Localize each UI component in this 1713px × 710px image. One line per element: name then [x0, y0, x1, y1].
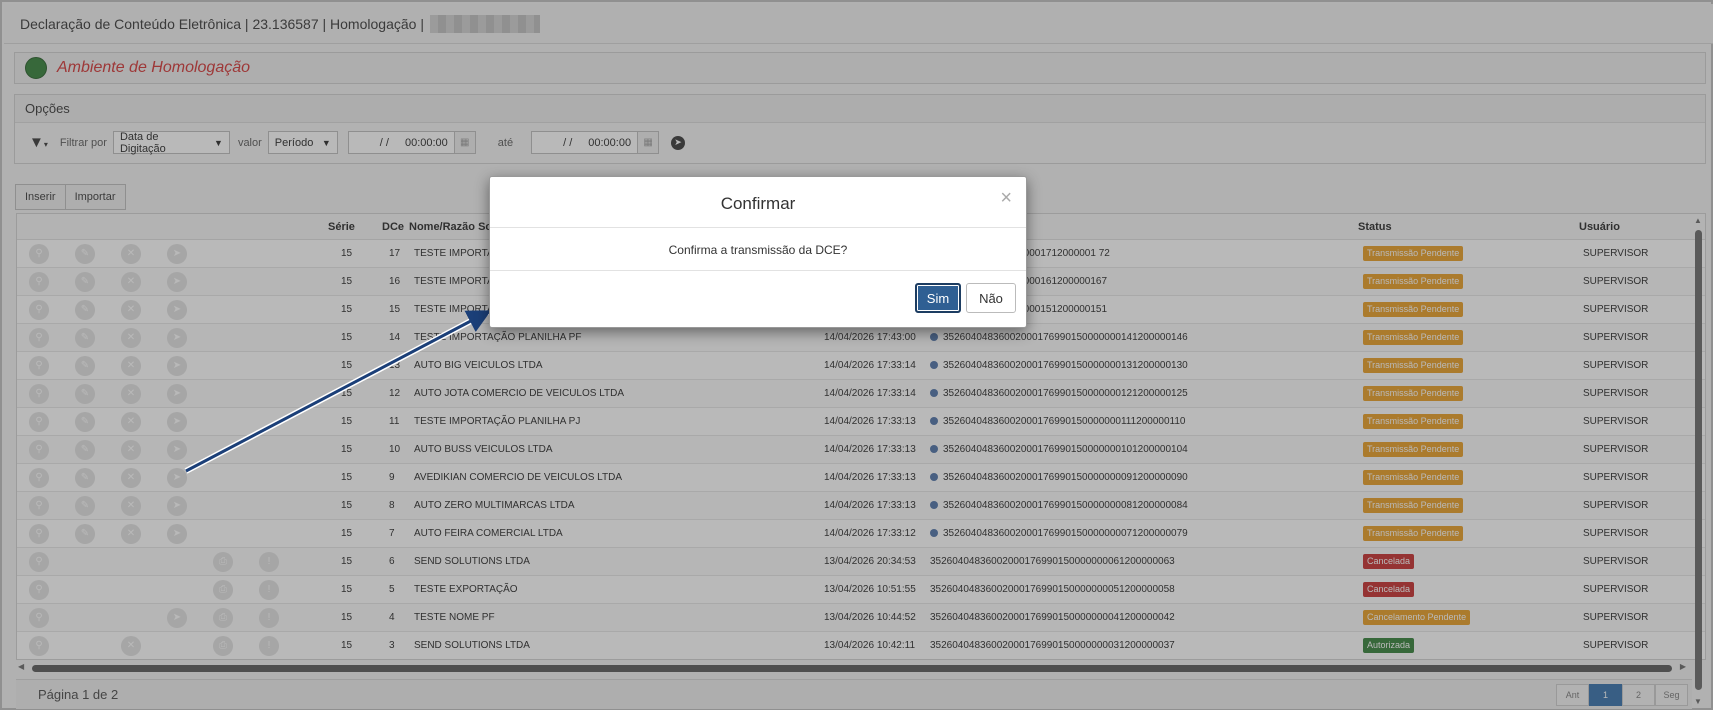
dialog-footer: Sim Não — [490, 271, 1026, 327]
dialog-header: Confirmar × — [490, 177, 1026, 228]
confirm-yes-button[interactable]: Sim — [915, 283, 961, 313]
dialog-message: Confirma a transmissão da DCE? — [490, 228, 1026, 271]
confirm-no-button[interactable]: Não — [966, 283, 1016, 313]
close-icon[interactable]: × — [1000, 187, 1012, 210]
dialog-title: Confirmar — [720, 194, 796, 213]
confirm-dialog: Confirmar × Confirma a transmissão da DC… — [489, 176, 1027, 328]
annotation-arrow — [184, 309, 492, 474]
